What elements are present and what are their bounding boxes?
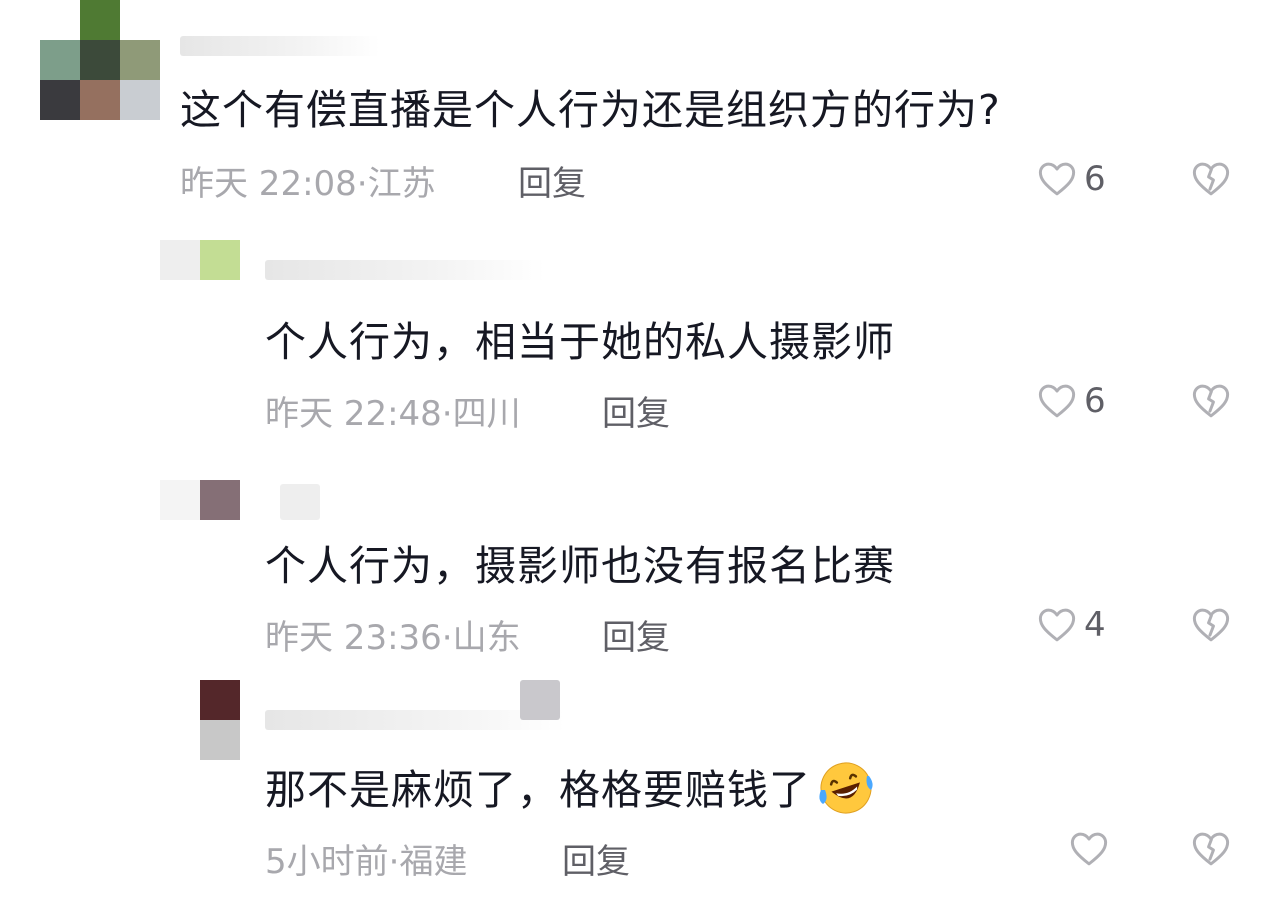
comment-item: 这个有偿直播是个人行为还是组织方的行为? 昨天 22:08·江苏 回复 6 — [0, 0, 1284, 230]
username-badge — [520, 680, 560, 720]
broken-heart-icon — [1190, 604, 1232, 646]
username[interactable] — [280, 484, 320, 520]
username[interactable] — [180, 36, 380, 56]
avatar[interactable] — [200, 680, 240, 760]
comment-text-content: 那不是麻烦了，格格要赔钱了 — [265, 766, 811, 814]
reply-button[interactable]: 回复 — [562, 834, 630, 883]
avatar[interactable] — [160, 480, 240, 520]
avatar[interactable] — [160, 240, 240, 280]
dislike-button[interactable] — [1190, 828, 1232, 870]
heart-outline-icon — [1036, 604, 1078, 646]
comment-item: 那不是麻烦了，格格要赔钱了 5小时前·福建 回复 — [0, 680, 1284, 915]
comment-text: 那不是麻烦了，格格要赔钱了 — [265, 756, 877, 826]
avatar[interactable] — [40, 0, 160, 120]
like-button[interactable]: 6 — [1036, 380, 1106, 422]
reply-button[interactable]: 回复 — [602, 610, 670, 659]
heart-outline-icon — [1036, 380, 1078, 422]
like-button[interactable] — [1068, 828, 1116, 870]
like-count: 6 — [1084, 159, 1106, 199]
dislike-button[interactable] — [1190, 604, 1232, 646]
comment-time-location: 昨天 22:08·江苏 — [180, 164, 436, 204]
comment-item: 个人行为，摄影师也没有报名比赛 昨天 23:36·山东 回复 4 — [0, 460, 1284, 680]
username[interactable] — [265, 260, 545, 280]
like-count: 6 — [1084, 381, 1106, 421]
reply-button[interactable]: 回复 — [602, 386, 670, 435]
broken-heart-icon — [1190, 158, 1232, 200]
like-count: 4 — [1084, 605, 1106, 645]
reply-button[interactable]: 回复 — [518, 156, 586, 205]
broken-heart-icon — [1190, 380, 1232, 422]
comment-text: 这个有偿直播是个人行为还是组织方的行为? — [180, 86, 1001, 134]
broken-heart-icon — [1190, 828, 1232, 870]
like-button[interactable]: 4 — [1036, 604, 1106, 646]
comment-time-location: 昨天 22:48·四川 — [265, 394, 521, 434]
heart-outline-icon — [1036, 158, 1078, 200]
comment-text: 个人行为，相当于她的私人摄影师 — [265, 318, 895, 366]
comment-item: 个人行为，相当于她的私人摄影师 昨天 22:48·四川 回复 6 — [0, 230, 1284, 460]
like-button[interactable]: 6 — [1036, 158, 1106, 200]
dislike-button[interactable] — [1190, 158, 1232, 200]
dislike-button[interactable] — [1190, 380, 1232, 422]
comment-text: 个人行为，摄影师也没有报名比赛 — [265, 542, 895, 590]
comment-time-location: 昨天 23:36·山东 — [265, 618, 521, 658]
rolling-laughing-emoji-icon — [815, 760, 877, 826]
comment-time-location: 5小时前·福建 — [265, 842, 468, 882]
heart-outline-icon — [1068, 828, 1110, 870]
